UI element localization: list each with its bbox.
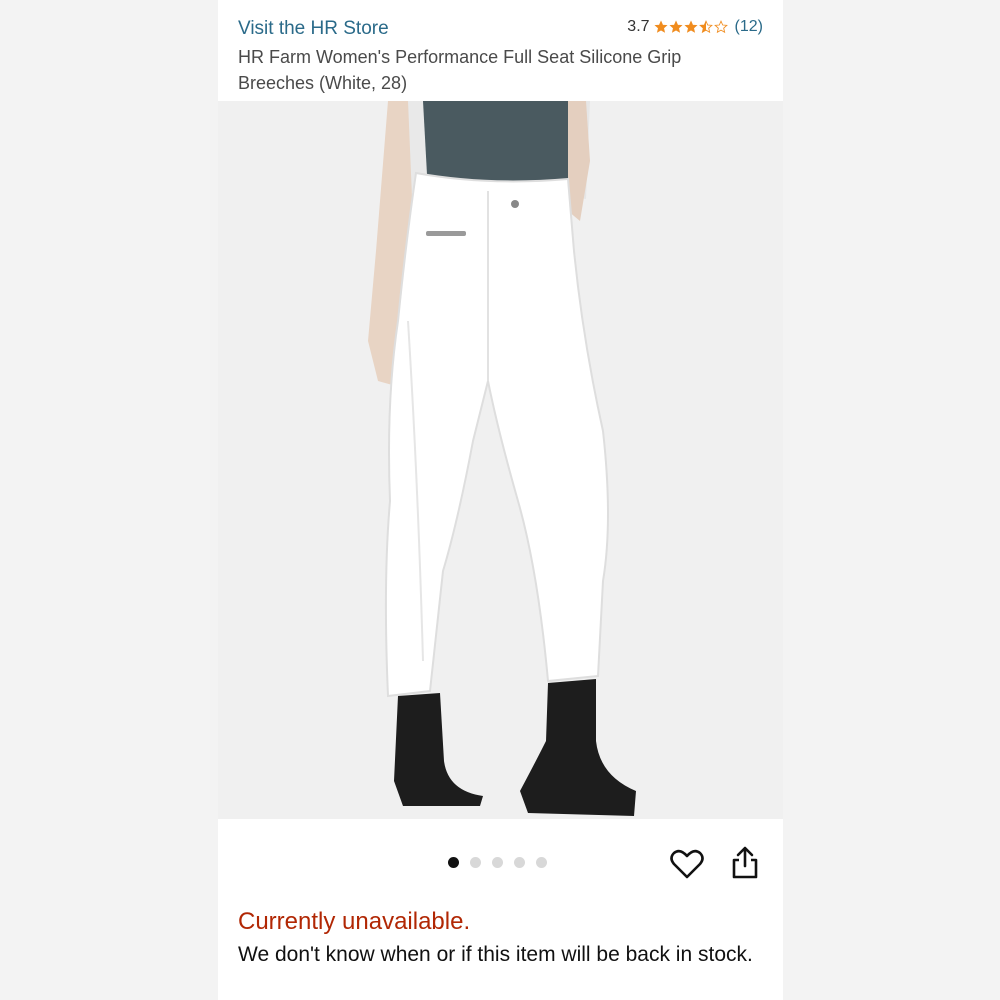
availability-message: We don't know when or if this item will … bbox=[238, 943, 753, 966]
product-title: HR Farm Women's Performance Full Seat Si… bbox=[238, 47, 682, 93]
rating-stars bbox=[654, 20, 729, 34]
share-button[interactable] bbox=[730, 846, 760, 880]
star-empty-icon bbox=[713, 20, 728, 34]
rating-value: 3.7 bbox=[627, 18, 650, 35]
availability-status: Currently unavailable. bbox=[238, 908, 471, 935]
star-full-icon bbox=[654, 20, 668, 33]
carousel-dot[interactable] bbox=[536, 857, 547, 868]
product-image[interactable] bbox=[218, 101, 783, 819]
page-background-left bbox=[0, 0, 218, 1000]
review-count[interactable]: (12) bbox=[735, 18, 763, 36]
product-photo-illustration bbox=[218, 101, 783, 819]
store-link[interactable]: Visit the HR Store bbox=[238, 18, 389, 40]
rating-summary[interactable]: 3.7 (12) bbox=[627, 18, 763, 36]
carousel-dots[interactable] bbox=[448, 857, 547, 868]
carousel-dot[interactable] bbox=[514, 857, 525, 868]
carousel-dot[interactable] bbox=[470, 857, 481, 868]
star-full-icon bbox=[684, 20, 698, 33]
share-icon bbox=[732, 846, 758, 879]
star-full-icon bbox=[669, 20, 683, 33]
page-background-right bbox=[783, 0, 1000, 1000]
product-panel: Visit the HR Store 3.7 (12) HR Farm Wome… bbox=[218, 0, 783, 1000]
carousel-dot[interactable] bbox=[492, 857, 503, 868]
star-half-icon bbox=[698, 20, 713, 34]
wishlist-button[interactable] bbox=[670, 848, 704, 880]
carousel-dot[interactable] bbox=[448, 857, 459, 868]
heart-icon bbox=[670, 849, 704, 879]
